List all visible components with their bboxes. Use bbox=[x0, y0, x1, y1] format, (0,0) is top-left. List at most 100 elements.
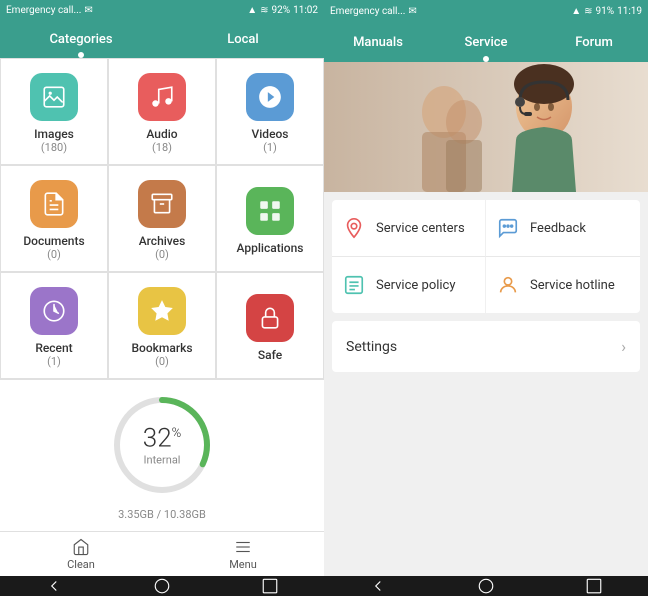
battery-left: 92% bbox=[272, 5, 291, 16]
images-label: Images bbox=[34, 127, 74, 141]
time-left: 11:02 bbox=[293, 5, 318, 16]
grid-item-archives[interactable]: Archives (0) bbox=[108, 165, 216, 272]
tab-local[interactable]: Local bbox=[162, 21, 324, 58]
home-button-right[interactable] bbox=[476, 576, 496, 596]
chevron-right-icon: › bbox=[621, 337, 626, 356]
recent-label: Recent bbox=[35, 341, 72, 355]
images-count: (180) bbox=[41, 141, 67, 154]
signal-icon: ▲ bbox=[247, 5, 257, 16]
feedback-icon bbox=[494, 214, 522, 242]
grid-item-applications[interactable]: Applications bbox=[216, 165, 324, 272]
status-right-right-info: ▲ ≋ 91% 11:19 bbox=[571, 6, 642, 17]
status-right-left-info: Emergency call... ✉ bbox=[330, 6, 417, 17]
tab-bar-left: Categories Local bbox=[0, 21, 324, 58]
videos-label: Videos bbox=[252, 127, 289, 141]
settings-row[interactable]: Settings › bbox=[332, 321, 640, 372]
file-grid: Images (180) Audio (18) Videos bbox=[0, 58, 324, 379]
left-panel: Emergency call... ✉ ▲ ≋ 92% 11:02 Catego… bbox=[0, 0, 324, 576]
audio-icon-box bbox=[138, 73, 186, 121]
storage-internal-label: Internal bbox=[143, 454, 181, 467]
settings-label: Settings bbox=[346, 339, 397, 355]
right-panel: Emergency call... ✉ ▲ ≋ 91% 11:19 Manual… bbox=[324, 0, 648, 576]
feedback-item[interactable]: Feedback bbox=[486, 200, 640, 257]
notification-icon-right: ✉ bbox=[408, 6, 416, 17]
home-button-left[interactable] bbox=[152, 576, 172, 596]
tab-bar-right: Manuals Service Forum bbox=[324, 22, 648, 62]
service-policy-label: Service policy bbox=[376, 278, 456, 293]
grid-item-images[interactable]: Images (180) bbox=[0, 58, 108, 165]
service-hotline-item[interactable]: Service hotline bbox=[486, 257, 640, 313]
tab-forum[interactable]: Forum bbox=[540, 22, 648, 62]
emergency-call-left: Emergency call... bbox=[6, 5, 81, 16]
archives-icon-box bbox=[138, 180, 186, 228]
wifi-icon-right: ≋ bbox=[584, 6, 592, 17]
recent-icon-box bbox=[30, 287, 78, 335]
tab-manuals[interactable]: Manuals bbox=[324, 22, 432, 62]
images-icon-box bbox=[30, 73, 78, 121]
sys-nav-right bbox=[324, 576, 648, 596]
videos-count: (1) bbox=[263, 141, 277, 154]
policy-icon bbox=[340, 271, 368, 299]
grid-item-bookmarks[interactable]: Bookmarks (0) bbox=[108, 272, 216, 379]
status-bar-left: Emergency call... ✉ ▲ ≋ 92% 11:02 bbox=[0, 0, 324, 21]
recent-count: (1) bbox=[47, 355, 61, 368]
service-hero-image bbox=[324, 62, 648, 192]
emergency-call-right: Emergency call... bbox=[330, 6, 405, 17]
menu-button[interactable]: Menu bbox=[162, 532, 324, 576]
tab-categories[interactable]: Categories bbox=[0, 21, 162, 58]
signal-icon-right: ▲ bbox=[571, 6, 581, 17]
bookmarks-label: Bookmarks bbox=[131, 341, 192, 355]
service-policy-item[interactable]: Service policy bbox=[332, 257, 486, 313]
back-button-right[interactable] bbox=[368, 576, 388, 596]
tab-service[interactable]: Service bbox=[432, 22, 540, 62]
status-bar-right: Emergency call... ✉ ▲ ≋ 91% 11:19 bbox=[324, 0, 648, 22]
videos-icon-box bbox=[246, 73, 294, 121]
grid-item-audio[interactable]: Audio (18) bbox=[108, 58, 216, 165]
wifi-icon: ≋ bbox=[260, 5, 268, 16]
applications-label: Applications bbox=[237, 241, 304, 255]
status-right-info: ▲ ≋ 92% 11:02 bbox=[247, 5, 318, 16]
service-centers-label: Service centers bbox=[376, 221, 465, 236]
grid-item-documents[interactable]: Documents (0) bbox=[0, 165, 108, 272]
archives-count: (0) bbox=[155, 248, 169, 261]
storage-circle: 32% Internal bbox=[107, 390, 217, 500]
applications-icon-box bbox=[246, 187, 294, 235]
bookmarks-count: (0) bbox=[155, 355, 169, 368]
back-button-left[interactable] bbox=[44, 576, 64, 596]
grid-item-videos[interactable]: Videos (1) bbox=[216, 58, 324, 165]
system-nav-bar bbox=[0, 576, 648, 596]
hotline-icon bbox=[494, 271, 522, 299]
service-options-container: Service centers Feedback bbox=[332, 200, 640, 313]
sys-nav-left bbox=[0, 576, 324, 596]
storage-section: 32% Internal 3.35GB / 10.38GB bbox=[0, 379, 324, 531]
safe-icon-box bbox=[246, 294, 294, 342]
menu-icon bbox=[234, 538, 252, 556]
archives-label: Archives bbox=[139, 234, 186, 248]
status-left-info: Emergency call... ✉ bbox=[6, 5, 93, 16]
percent-symbol: % bbox=[172, 426, 182, 441]
storage-center: 32% Internal bbox=[143, 424, 181, 467]
documents-count: (0) bbox=[47, 248, 61, 261]
audio-count: (18) bbox=[152, 141, 172, 154]
service-options-grid: Service centers Feedback bbox=[332, 200, 640, 313]
grid-item-recent[interactable]: Recent (1) bbox=[0, 272, 108, 379]
clean-icon bbox=[72, 538, 90, 556]
battery-right: 91% bbox=[596, 6, 615, 17]
documents-icon-box bbox=[30, 180, 78, 228]
safe-label: Safe bbox=[258, 348, 282, 362]
notification-icon: ✉ bbox=[84, 5, 92, 16]
location-icon bbox=[340, 214, 368, 242]
time-right: 11:19 bbox=[617, 6, 642, 17]
bottom-nav-left: Clean Menu bbox=[0, 531, 324, 576]
recent-button-left[interactable] bbox=[260, 576, 280, 596]
bookmarks-icon-box bbox=[138, 287, 186, 335]
service-image-svg bbox=[324, 62, 648, 192]
documents-label: Documents bbox=[23, 234, 84, 248]
feedback-label: Feedback bbox=[530, 221, 586, 236]
service-hotline-label: Service hotline bbox=[530, 278, 615, 293]
recent-button-right[interactable] bbox=[584, 576, 604, 596]
service-centers-item[interactable]: Service centers bbox=[332, 200, 486, 257]
grid-item-safe[interactable]: Safe bbox=[216, 272, 324, 379]
storage-numbers: 3.35GB / 10.38GB bbox=[118, 508, 206, 521]
clean-button[interactable]: Clean bbox=[0, 532, 162, 576]
